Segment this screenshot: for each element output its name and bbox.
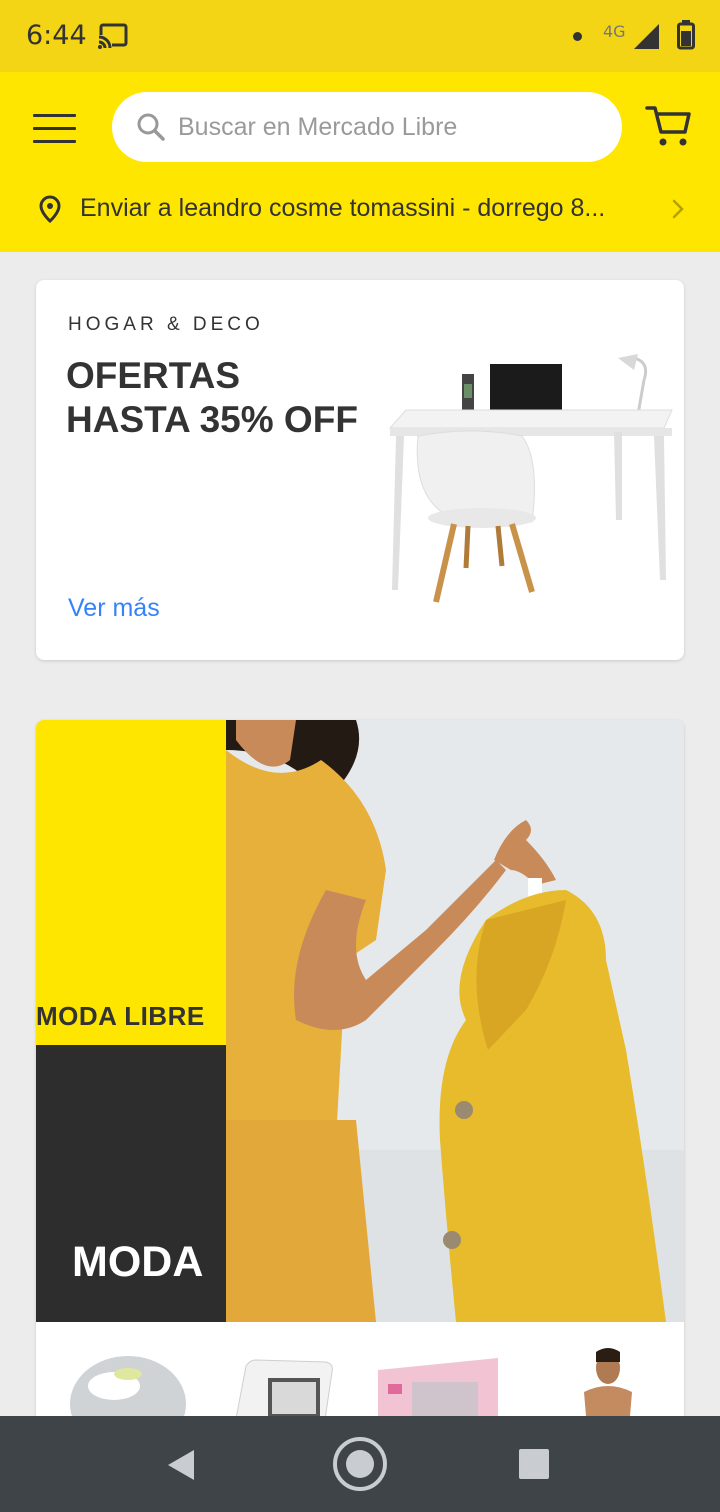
moda-libre-banner: MODA LIBRE MODA [36, 720, 226, 1322]
moda-title: MODA [72, 1238, 204, 1286]
promo-headline: OFERTAS HASTA 35% OFF [66, 354, 386, 442]
cast-icon [98, 23, 128, 54]
promo-headline-line1: OFERTAS [66, 355, 241, 396]
system-navigation-bar [0, 1416, 720, 1512]
home-icon[interactable] [331, 1435, 389, 1498]
back-icon[interactable] [164, 1448, 198, 1487]
desk-chair-image [382, 340, 682, 615]
promo-headline-line2: HASTA 35% OFF [66, 399, 358, 440]
search-icon [136, 112, 166, 147]
chevron-right-icon [671, 198, 685, 225]
shipping-address-text: Enviar a leandro cosme tomassini - dorre… [80, 194, 606, 222]
fashion-photo [226, 720, 684, 1322]
menu-button[interactable] [33, 110, 79, 146]
recents-icon[interactable] [519, 1449, 549, 1484]
location-pin-icon [38, 195, 62, 228]
shipping-address-bar[interactable]: Enviar a leandro cosme tomassini - dorre… [0, 182, 720, 236]
battery-icon [677, 20, 695, 55]
moda-libre-label: MODA LIBRE [36, 1001, 205, 1031]
status-time: 6:44 [26, 20, 87, 51]
signal-icon [632, 22, 660, 55]
promo-category: HOGAR & DECO [68, 314, 264, 335]
fashion-card[interactable]: MODA LIBRE MODA [36, 720, 684, 1440]
status-bar: 6:44 4G [0, 0, 720, 72]
home-deco-promo-card[interactable]: HOGAR & DECO OFERTAS HASTA 35% OFF Ver m… [36, 280, 684, 660]
search-placeholder: Buscar en Mercado Libre [178, 113, 458, 141]
app-header: Buscar en Mercado Libre Enviar a leandro… [0, 72, 720, 252]
see-more-link[interactable]: Ver más [68, 594, 160, 623]
banner-yellow-block [36, 720, 226, 1045]
notification-dot [573, 32, 582, 41]
cart-icon[interactable] [645, 104, 693, 153]
search-bar[interactable]: Buscar en Mercado Libre [112, 92, 622, 162]
network-type: 4G [603, 22, 626, 41]
